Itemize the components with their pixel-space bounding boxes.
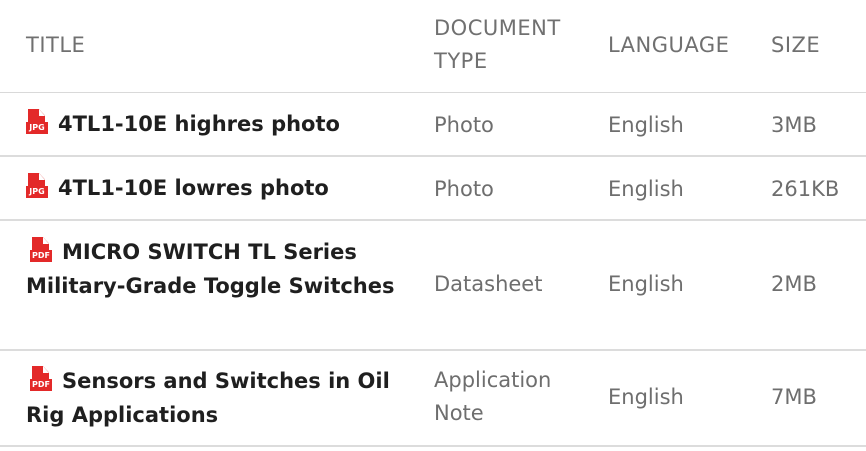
document-link[interactable]: JPG 4TL1-10E highres photo [26,107,416,141]
document-type: Datasheet [434,272,543,296]
table-header: TITLE DOCUMENT TYPE LANGUAGE SIZE [0,0,866,93]
jpg-file-icon: JPG [26,109,50,137]
document-title: 4TL1-10E highres photo [58,112,340,136]
header-size: SIZE [771,33,821,57]
document-language: English [608,385,684,409]
header-title: TITLE [26,33,86,57]
document-size: 2MB [771,272,817,296]
document-size: 3MB [771,113,817,137]
document-title: Sensors and Switches in Oil Rig Applicat… [26,369,390,427]
document-title: MICRO SWITCH TL Series Military-Grade To… [26,240,395,298]
pdf-file-icon: PDF [30,366,54,394]
table-row: PDF Sensors and Switches in Oil Rig Appl… [0,351,866,447]
table-row: JPG 4TL1-10E lowres photo Photo English … [0,157,866,221]
document-language: English [608,272,684,296]
jpg-file-icon: JPG [26,173,50,201]
document-link[interactable]: PDF MICRO SWITCH TL Series Military-Grad… [26,235,406,303]
table-row: PDF MICRO SWITCH TL Series Military-Grad… [0,221,866,351]
document-size: 7MB [771,385,817,409]
document-link[interactable]: PDF Sensors and Switches in Oil Rig Appl… [26,364,421,432]
document-type: Photo [434,177,494,201]
document-title: 4TL1-10E lowres photo [58,176,329,200]
document-language: English [608,113,684,137]
document-size: 261KB [771,177,840,201]
document-language: English [608,177,684,201]
documents-table: TITLE DOCUMENT TYPE LANGUAGE SIZE JPG 4T… [0,0,866,447]
pdf-file-icon: PDF [30,237,54,265]
document-link[interactable]: JPG 4TL1-10E lowres photo [26,171,416,205]
header-document-type: DOCUMENT TYPE [434,16,561,73]
document-type: Photo [434,113,494,137]
document-type: Application Note [434,368,552,425]
header-language: LANGUAGE [608,33,730,57]
table-row: JPG 4TL1-10E highres photo Photo English… [0,93,866,157]
